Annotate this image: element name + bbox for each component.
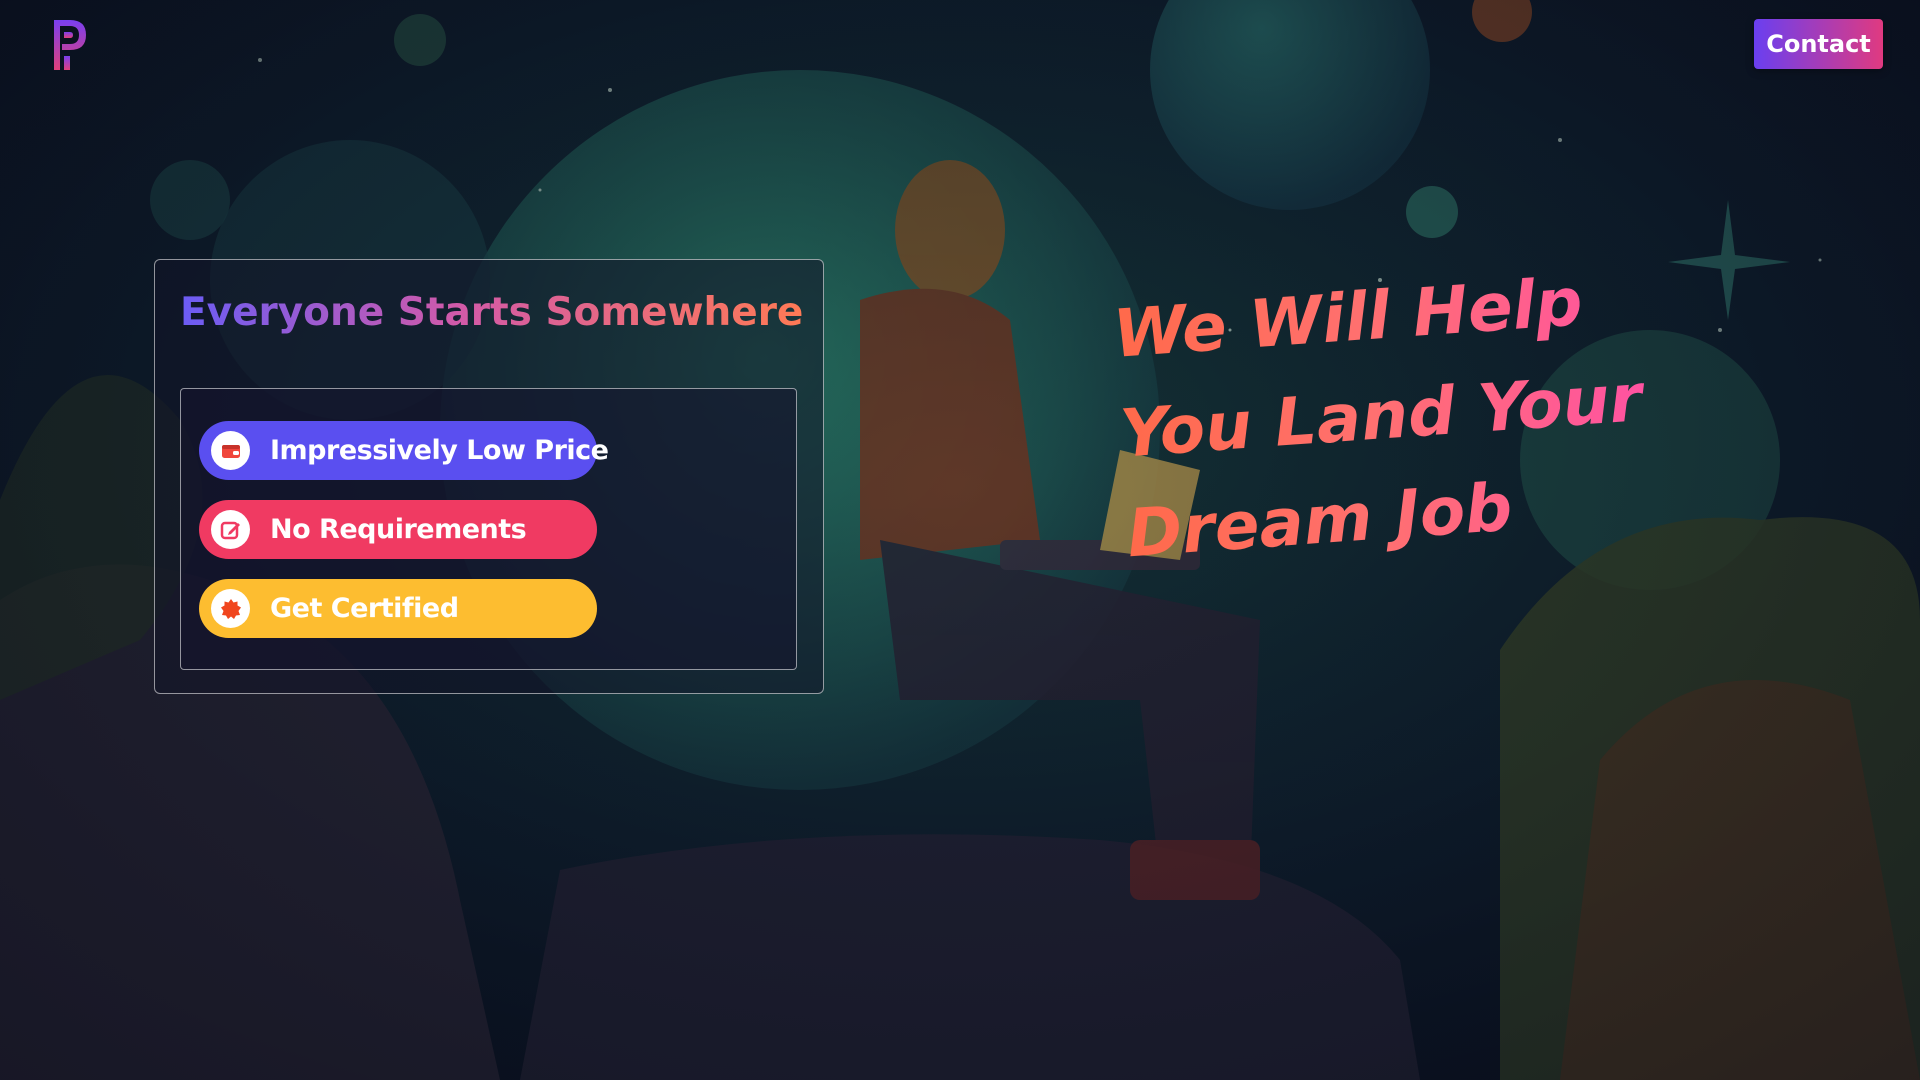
feature-label: Impressively Low Price [270, 435, 609, 466]
feature-label: No Requirements [270, 514, 527, 545]
badge-icon [211, 589, 250, 628]
feature-list: Impressively Low Price No Requirements G… [180, 388, 797, 670]
feature-label: Get Certified [270, 593, 459, 624]
edit-icon [211, 510, 250, 549]
feature-pill-get-certified[interactable]: Get Certified [199, 579, 597, 638]
contact-button[interactable]: Contact [1754, 19, 1883, 69]
brand-p-logo-icon[interactable] [48, 16, 92, 74]
wallet-icon [211, 431, 250, 470]
hero-headline: We Will Help You Land Your Dream Job [1110, 246, 1692, 614]
feature-pill-no-requirements[interactable]: No Requirements [199, 500, 597, 559]
feature-pill-low-price[interactable]: Impressively Low Price [199, 421, 609, 480]
feature-card: Everyone Starts Somewhere Impressively L… [154, 259, 824, 694]
card-title: Everyone Starts Somewhere [180, 290, 804, 335]
landing-page: Contact Everyone Starts Somewhere Impres… [0, 0, 1920, 1080]
